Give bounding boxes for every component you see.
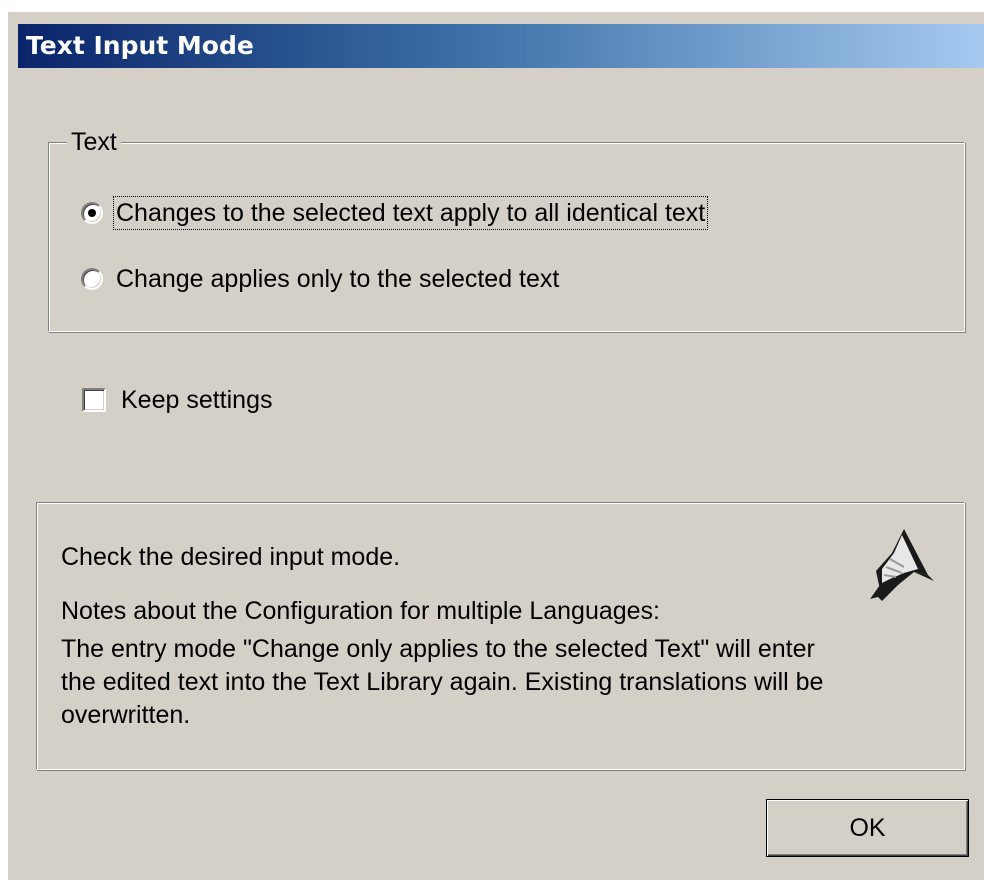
wizard-hat-icon xyxy=(870,529,934,601)
keep-settings-checkbox[interactable] xyxy=(82,388,106,412)
dialog-window: Text Input Mode Text Changes to the sele… xyxy=(6,10,984,880)
info-notes-line-3: overwritten. xyxy=(61,701,191,729)
info-notes-line-2: the edited text into the Text Library ag… xyxy=(61,668,824,696)
info-instruction: Check the desired input mode. xyxy=(61,543,401,571)
keep-settings-option[interactable]: Keep settings xyxy=(82,382,273,418)
radio-option-all-identical[interactable]: Changes to the selected text apply to al… xyxy=(81,195,709,231)
title-bar[interactable]: Text Input Mode xyxy=(18,24,984,68)
ok-button[interactable]: OK xyxy=(766,799,969,857)
radio-label-all-identical[interactable]: Changes to the selected text apply to al… xyxy=(112,196,709,230)
info-notes-line-1: The entry mode "Change only applies to t… xyxy=(61,635,815,663)
keep-settings-label[interactable]: Keep settings xyxy=(121,384,273,416)
radio-button-selected-only[interactable] xyxy=(81,268,103,290)
radio-option-selected-only[interactable]: Change applies only to the selected text xyxy=(81,261,561,297)
radio-label-selected-only[interactable]: Change applies only to the selected text xyxy=(114,263,561,295)
text-group-legend: Text xyxy=(67,126,121,158)
info-notes-heading: Notes about the Configuration for multip… xyxy=(61,597,660,625)
info-panel: Check the desired input mode. Notes abou… xyxy=(36,502,965,770)
radio-button-all-identical[interactable] xyxy=(81,202,103,224)
text-group-box: Text Changes to the selected text apply … xyxy=(48,126,965,332)
window-title: Text Input Mode xyxy=(26,31,254,60)
radio-selected-dot xyxy=(88,209,96,217)
